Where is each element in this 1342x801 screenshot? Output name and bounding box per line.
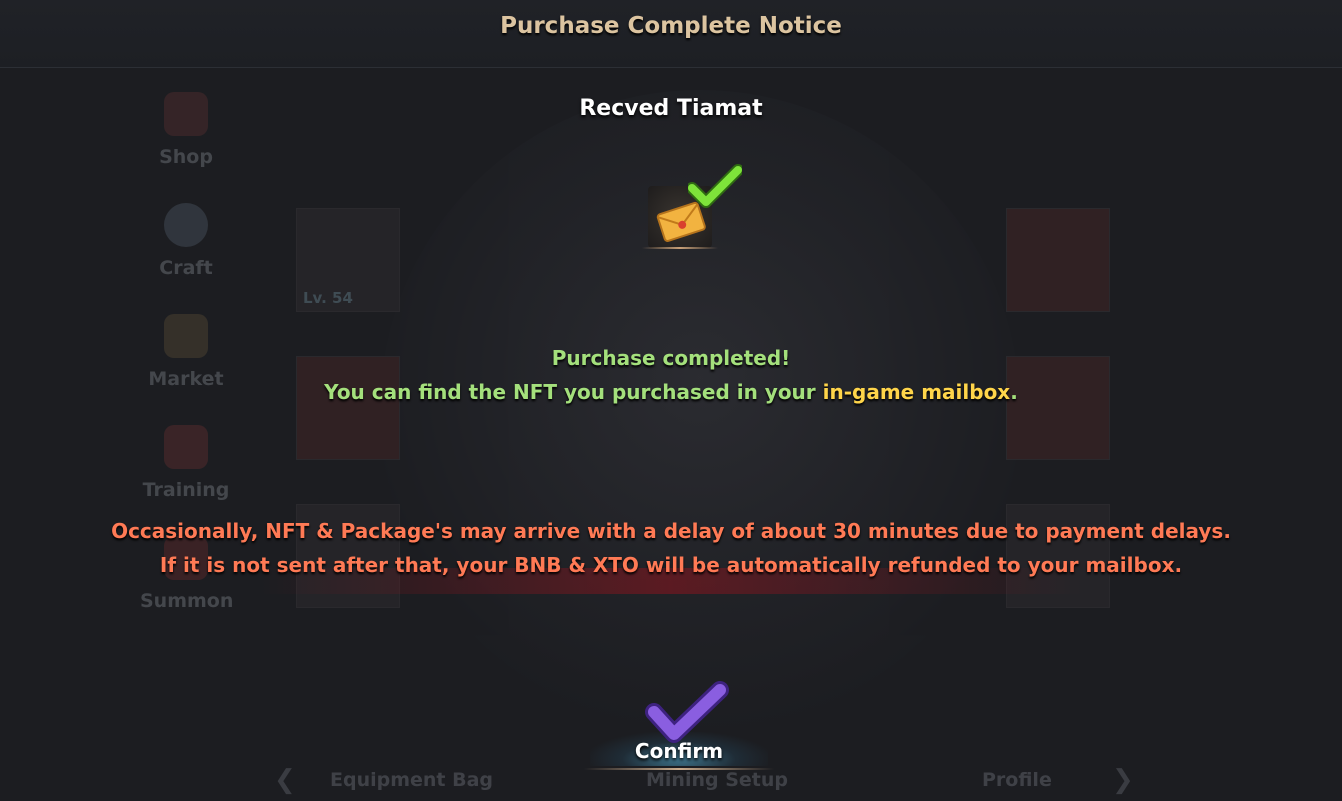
confirm-label: Confirm [634, 739, 724, 763]
purple-check-icon [645, 681, 729, 743]
success-message: You can find the NFT you purchased in yo… [0, 380, 1342, 404]
confirm-divider [584, 768, 774, 770]
success-message-text: You can find the NFT you purchased in yo… [324, 380, 823, 404]
item-icon-group [640, 160, 746, 260]
dialog-title: Purchase Complete Notice [500, 13, 842, 39]
purchase-complete-dialog: Purchase Complete Notice Recved Tiamat P… [0, 0, 1342, 801]
item-divider [642, 247, 718, 249]
success-message-end: . [1010, 380, 1018, 404]
confirm-button[interactable]: Confirm [584, 680, 774, 772]
success-title: Purchase completed! [551, 346, 791, 370]
green-check-icon [688, 164, 742, 208]
mailbox-highlight: in-game mailbox [822, 380, 1011, 404]
delay-warning-line-2: If it is not sent after that, your BNB &… [159, 553, 1183, 577]
delay-warning-line-1: Occasionally, NFT & Package's may arrive… [111, 519, 1231, 543]
item-name: Recved Tiamat [579, 96, 763, 121]
dialog-header: Purchase Complete Notice [0, 0, 1342, 68]
